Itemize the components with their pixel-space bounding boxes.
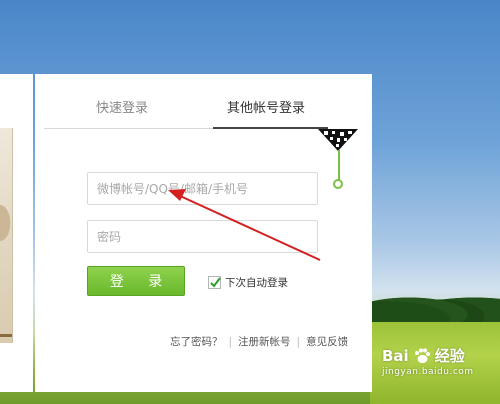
footer-links: 忘了密码？ | 注册新帐号 | 意见反馈 [170,334,348,349]
baidu-jingyan-watermark: Bai 经验 jingyan.baidu.com [382,345,497,395]
baidu-paw-icon [413,348,431,364]
qr-connector-dot [333,179,343,189]
register-link[interactable]: 注册新帐号 [238,334,291,349]
auto-login-checkbox[interactable] [208,275,221,289]
tab-active-indicator [213,127,328,129]
left-photo-stand [0,334,12,337]
checkmark-icon [210,276,221,288]
auto-login-label: 下次自动登录 [225,276,288,289]
background-trees [370,288,500,326]
login-button[interactable]: 登 录 [87,266,185,296]
account-field[interactable] [87,172,318,205]
link-separator: | [296,335,301,348]
auto-login-option[interactable]: 下次自动登录 [208,275,288,289]
feedback-link[interactable]: 意见反馈 [306,334,348,349]
watermark-brand-suffix: 经验 [434,347,465,365]
tab-quick-login[interactable]: 快速登录 [96,98,148,120]
password-field[interactable] [87,220,318,253]
login-panel: 快速登录 其他帐号登录 登 录 下次自动登录 忘了密码？ [35,74,372,392]
password-input[interactable] [88,221,317,252]
watermark-logo: Bai 经验 [382,345,465,366]
watermark-brand: Bai [382,346,409,365]
forgot-password-link[interactable]: 忘了密码？ [170,334,223,349]
qr-connector-line [338,150,340,181]
watermark-url: jingyan.baidu.com [382,367,474,377]
link-separator: | [228,335,233,348]
left-photo-strip [0,128,13,343]
left-photo-detail [0,202,12,244]
qr-code-icon[interactable] [318,129,358,151]
account-input[interactable] [88,173,317,204]
tab-other-account-login[interactable]: 其他帐号登录 [227,98,305,120]
